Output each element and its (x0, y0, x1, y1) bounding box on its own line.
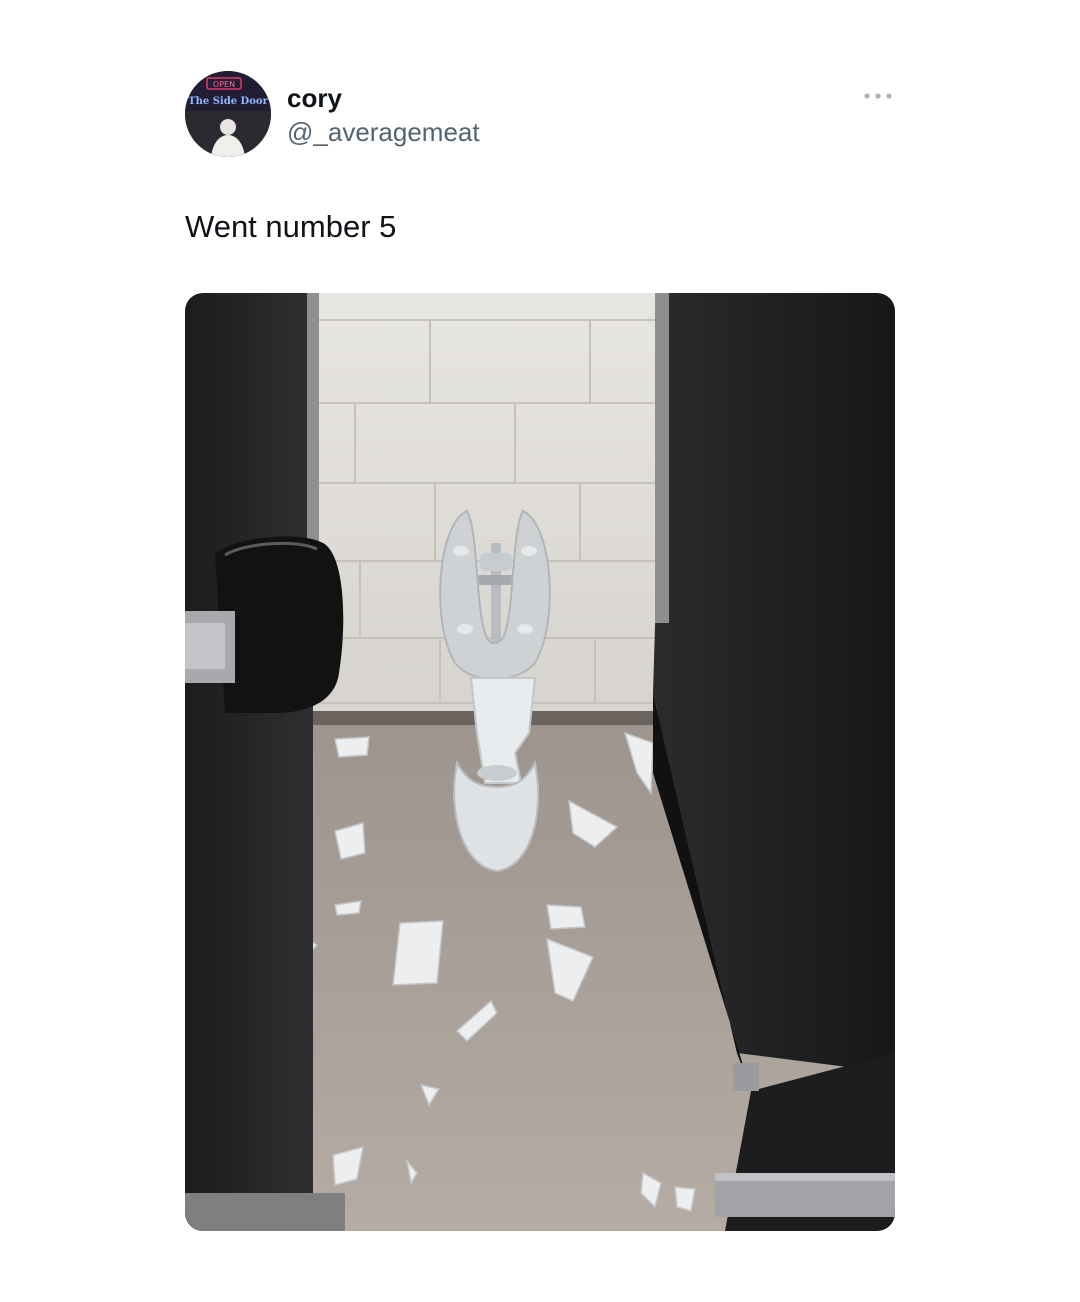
tweet-photo[interactable] (185, 293, 895, 1231)
avatar-neon-sign: The Side Door (188, 96, 268, 107)
tweet-card[interactable]: OPEN The Side Door cory @_averagemeat We… (0, 0, 1080, 1302)
tweet-text: Went number 5 (185, 209, 397, 244)
author-name[interactable]: cory (287, 82, 342, 114)
more-options-button[interactable] (856, 80, 900, 112)
more-horizontal-icon (864, 93, 892, 99)
author-avatar[interactable]: OPEN The Side Door (185, 71, 271, 157)
avatar-open-sign: OPEN (213, 80, 235, 89)
author-handle[interactable]: @_averagemeat (287, 116, 480, 148)
avatar-image: OPEN The Side Door (185, 71, 271, 157)
photo-image (185, 293, 895, 1231)
